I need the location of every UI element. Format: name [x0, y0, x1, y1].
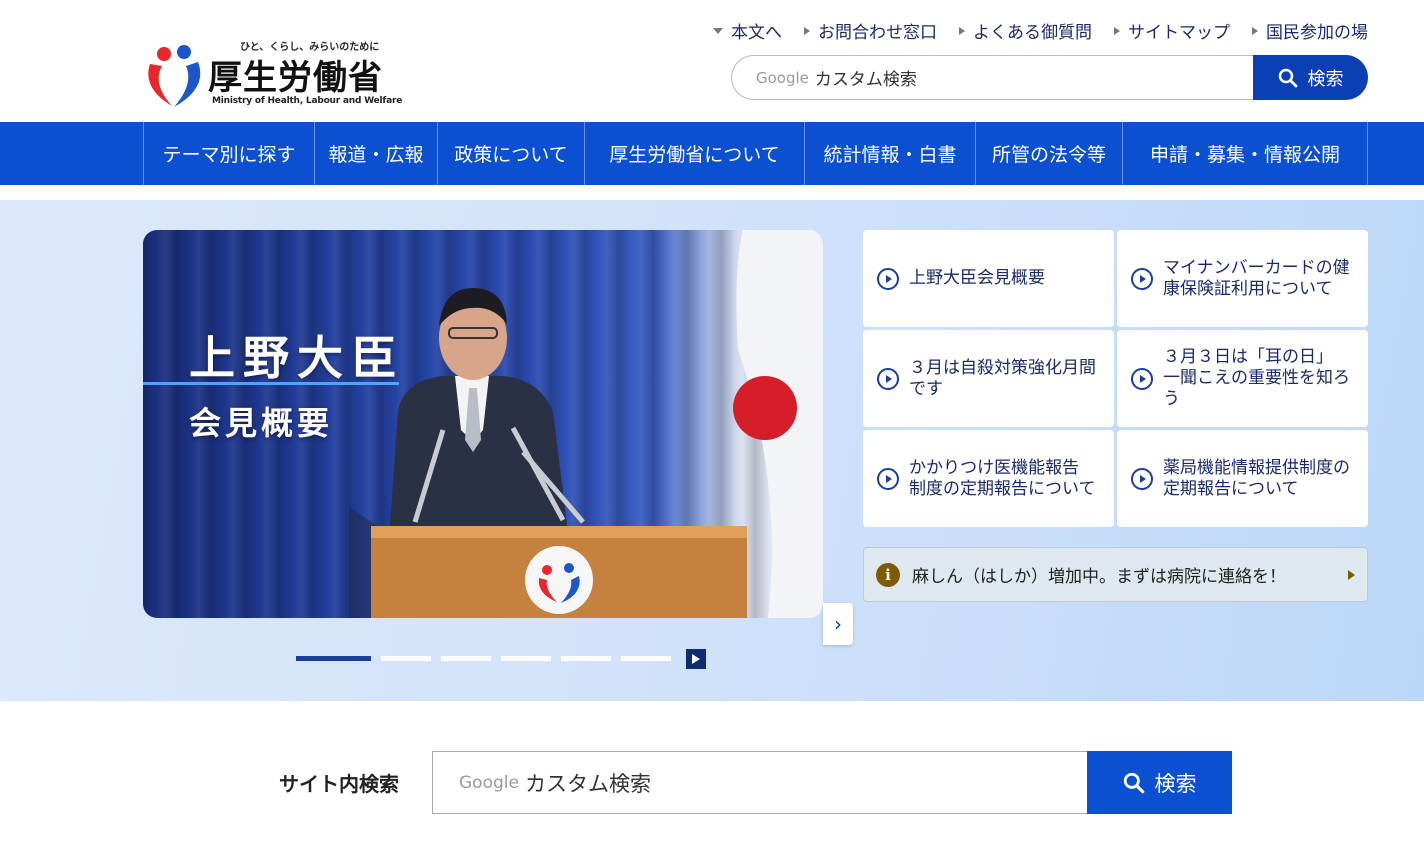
logo-name: 厚生労働省 — [208, 58, 383, 98]
triangle-right-icon — [804, 26, 810, 35]
info-icon: i — [876, 562, 900, 587]
search-icon — [1278, 68, 1297, 87]
logo-english-name: Ministry of Health, Labour and Welfare — [212, 96, 403, 106]
circle-arrow-icon — [1131, 267, 1153, 290]
utility-links: 本文へ お問合わせ窓口 よくある御質問 サイトマップ 国民参加の場 — [713, 18, 1368, 43]
triangle-right-icon — [1114, 26, 1120, 35]
slide-title: 上野大臣 — [189, 331, 405, 385]
util-link-sitemap[interactable]: サイトマップ — [1114, 18, 1230, 43]
nav-item-themes[interactable]: テーマ別に探す — [144, 122, 315, 185]
circle-arrow-icon — [1131, 367, 1153, 390]
slide-indicator-3[interactable] — [441, 656, 491, 661]
nav-item-policy[interactable]: 政策について — [438, 122, 585, 185]
ministry-logo-icon — [148, 45, 201, 107]
triangle-right-icon — [1252, 26, 1258, 35]
header-search: Google カスタム検索 検索 — [731, 55, 1368, 100]
slide-play-button[interactable] — [686, 649, 706, 669]
header-search-button[interactable]: 検索 — [1253, 55, 1368, 100]
circle-arrow-icon — [877, 467, 899, 490]
site-search-button[interactable]: 検索 — [1087, 751, 1232, 814]
topic-card[interactable]: ３月は自殺対策強化月間です — [863, 330, 1114, 427]
triangle-right-icon — [1348, 569, 1355, 580]
alert-text: 麻しん（はしか）増加中。まずは病院に連絡を！ — [912, 567, 1286, 587]
nav-item-about[interactable]: 厚生労働省について — [585, 122, 805, 185]
slide-indicator-4[interactable] — [501, 656, 551, 661]
slide-indicator-1[interactable] — [296, 656, 371, 661]
hero-slide[interactable]: 上野大臣 会見概要 — [143, 230, 823, 618]
play-icon — [692, 654, 700, 664]
global-nav: テーマ別に探す 報道・広報 政策について 厚生労働省について 統計情報・白書 所… — [0, 122, 1424, 185]
google-brand-label: Google — [459, 772, 519, 793]
site-search-placeholder: カスタム検索 — [524, 771, 651, 796]
topic-card[interactable]: ３月３日は「耳の日」 一聞こえの重要性を知ろう — [1117, 330, 1368, 427]
header-search-placeholder: カスタム検索 — [814, 70, 917, 90]
nav-item-laws[interactable]: 所管の法令等 — [976, 122, 1123, 185]
measles-alert[interactable]: i 麻しん（はしか）増加中。まずは病院に連絡を！ — [863, 547, 1368, 602]
nav-item-statistics[interactable]: 統計情報・白書 — [805, 122, 976, 185]
topic-cards: 上野大臣会見概要 マイナンバーカードの健康保険証利用について ３月は自殺対策強化… — [863, 230, 1368, 527]
site-search-label: サイト内検索 — [279, 772, 399, 796]
util-link-skip-to-content[interactable]: 本文へ — [713, 18, 782, 43]
circle-arrow-icon — [1131, 467, 1153, 490]
site-logo[interactable]: ひと、くらし、みらいのために 厚生労働省 Ministry of Health,… — [142, 38, 402, 114]
triangle-right-icon — [959, 26, 965, 35]
topic-card[interactable]: かかりつけ医機能報告制度の定期報告について — [863, 430, 1114, 527]
topic-card[interactable]: 薬局機能情報提供制度の定期報告について — [1117, 430, 1368, 527]
header-search-input[interactable]: Google カスタム検索 — [731, 55, 1253, 100]
slide-indicators — [296, 656, 671, 661]
util-link-faq[interactable]: よくある御質問 — [959, 18, 1092, 43]
util-link-public-participation[interactable]: 国民参加の場 — [1252, 18, 1368, 43]
topic-card[interactable]: マイナンバーカードの健康保険証利用について — [1117, 230, 1368, 327]
header: ひと、くらし、みらいのために 厚生労働省 Ministry of Health,… — [0, 0, 1424, 122]
slide-indicator-6[interactable] — [621, 656, 671, 661]
slide-subtitle: 会見概要 — [189, 404, 334, 442]
slide-next-button[interactable]: › — [823, 603, 853, 645]
nav-item-applications[interactable]: 申請・募集・情報公開 — [1123, 122, 1368, 185]
slide-indicator-5[interactable] — [561, 656, 611, 661]
triangle-down-icon — [713, 27, 723, 34]
site-search-input[interactable]: Google カスタム検索 — [432, 751, 1087, 814]
hero-section: 上野大臣 会見概要 › 上野大臣会見概要 マイナンバーカードの健康保険証利用につ… — [0, 200, 1424, 701]
nav-item-press[interactable]: 報道・広報 — [315, 122, 438, 185]
util-link-contact[interactable]: お問合わせ窓口 — [804, 18, 937, 43]
google-brand-label: Google — [756, 68, 809, 87]
circle-arrow-icon — [877, 267, 899, 290]
circle-arrow-icon — [877, 367, 899, 390]
site-search: サイト内検索 Google カスタム検索 検索 — [279, 751, 1232, 814]
slide-indicator-2[interactable] — [381, 656, 431, 661]
chevron-right-icon: › — [834, 612, 842, 636]
search-icon — [1123, 772, 1144, 793]
topic-card[interactable]: 上野大臣会見概要 — [863, 230, 1114, 327]
